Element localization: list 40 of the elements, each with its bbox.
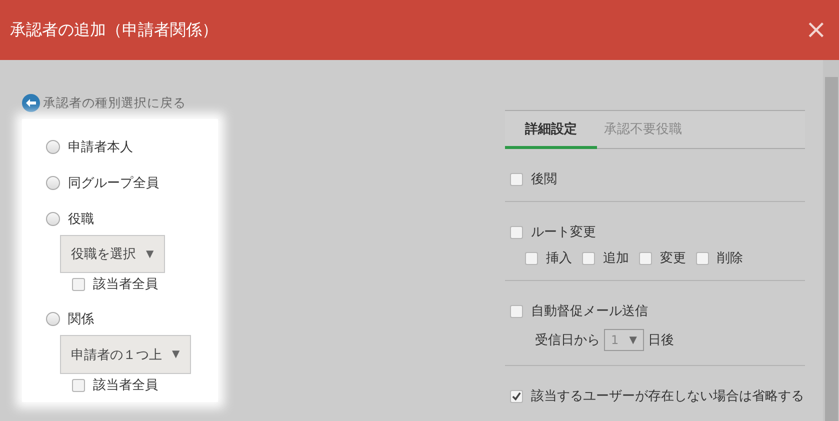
dialog-title: 承認者の追加（申請者関係） xyxy=(10,20,218,40)
radio-button[interactable] xyxy=(46,176,60,190)
checkbox[interactable] xyxy=(696,252,709,264)
option-label: 申請者本人 xyxy=(68,138,133,156)
checkbox[interactable] xyxy=(582,252,595,264)
checkbox-label: 削除 xyxy=(717,250,743,267)
scrollbar[interactable] xyxy=(823,60,839,421)
checkbox-label: 変更 xyxy=(660,250,686,267)
checkbox-label: 該当するユーザーが存在しない場合は省略する xyxy=(531,388,804,405)
checkbox-label: 後閲 xyxy=(531,171,557,188)
radio-button[interactable] xyxy=(46,212,60,226)
checkbox[interactable] xyxy=(525,252,538,264)
checkbox-label: 該当者全員 xyxy=(93,377,158,394)
days-dropdown[interactable]: 1 ▼ xyxy=(604,329,644,351)
checkbox-label: 該当者全員 xyxy=(93,276,158,294)
checkbox[interactable] xyxy=(510,390,523,402)
option-label: 役職 xyxy=(68,210,94,228)
days-suffix: 日後 xyxy=(648,332,674,349)
checkbox[interactable] xyxy=(510,304,523,318)
check-icon xyxy=(512,392,521,400)
checkbox-label: 挿入 xyxy=(546,250,572,267)
checkbox[interactable] xyxy=(72,278,85,291)
checkbox-label: 自動督促メール送信 xyxy=(531,303,648,320)
radio-button[interactable] xyxy=(46,312,60,326)
tab[interactable]: 詳細設定 xyxy=(505,111,597,149)
close-button[interactable]: × xyxy=(805,17,827,43)
checkbox[interactable] xyxy=(72,378,85,392)
back-link[interactable]: 承認者の種別選択に戻る xyxy=(22,93,322,113)
dropdown[interactable]: 役職を選択 ▼ xyxy=(60,234,165,274)
days-prefix: 受信日から xyxy=(535,332,600,349)
checkbox[interactable] xyxy=(639,252,652,264)
option-label: 関係 xyxy=(68,311,94,328)
checkbox[interactable] xyxy=(510,172,523,186)
option-label: 同グループ全員 xyxy=(68,174,159,192)
checkbox[interactable] xyxy=(510,226,523,238)
checkbox-label: ルート変更 xyxy=(531,224,596,241)
dropdown[interactable]: 申請者の１つ上 ▼ xyxy=(60,335,191,374)
checkbox-label: 追加 xyxy=(603,250,629,267)
radio-button[interactable] xyxy=(46,140,60,154)
tab[interactable]: 承認不要役職 xyxy=(597,111,689,149)
